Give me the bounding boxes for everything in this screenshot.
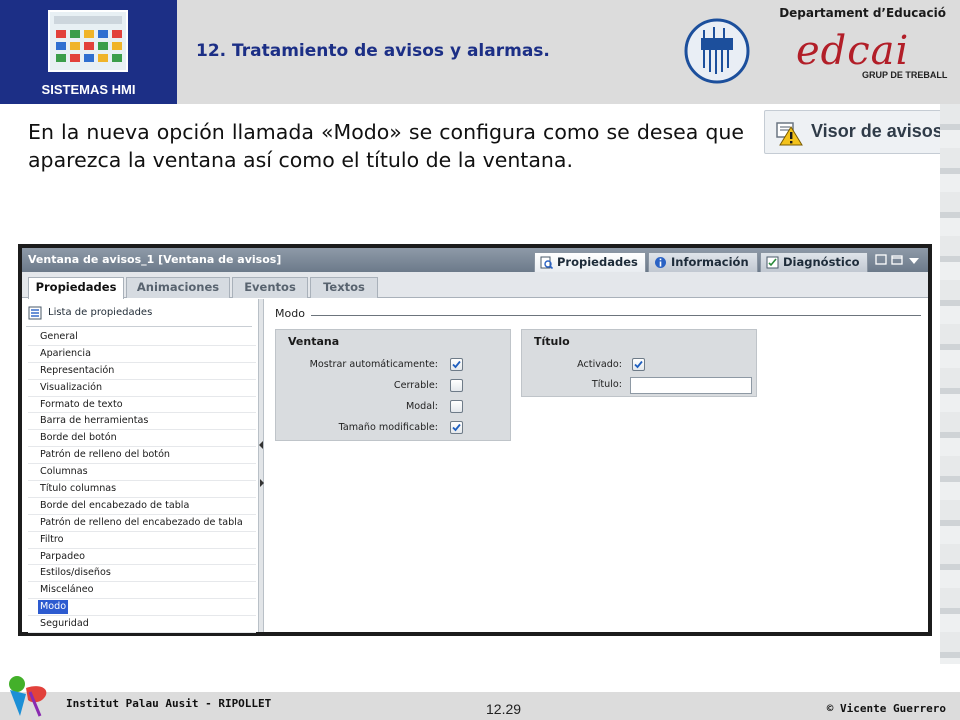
titulo-group-title: Título xyxy=(534,335,570,348)
property-list-label: Lista de propiedades xyxy=(48,307,153,318)
option-label: Cerrable: xyxy=(393,380,438,391)
property-item-parpadeo[interactable]: Parpadeo xyxy=(28,549,256,566)
tab-label: Propiedades xyxy=(557,255,638,269)
institute-logo-icon xyxy=(9,676,47,717)
author-credit: © Vicente Guerrero xyxy=(826,702,946,715)
ventana-group-title: Ventana xyxy=(288,335,340,348)
checkmark-icon xyxy=(452,360,461,369)
property-item-patron-relleno-boton[interactable]: Patrón de relleno del botón xyxy=(28,447,256,465)
property-item-representacion[interactable]: Representación xyxy=(28,363,256,380)
cerrable-checkbox[interactable] xyxy=(450,379,463,392)
subtab-propiedades[interactable]: Propiedades xyxy=(28,277,124,299)
properties-icon xyxy=(540,256,553,269)
activado-label: Activado: xyxy=(577,359,622,370)
hmi-thumbnail-image xyxy=(48,10,128,72)
institute-label: Institut Palau Ausit - RIPOLLET xyxy=(66,697,272,710)
property-item-modo[interactable]: Modo xyxy=(28,599,256,617)
subtab-textos[interactable]: Textos xyxy=(310,277,378,298)
property-item-columnas[interactable]: Columnas xyxy=(28,464,256,482)
titulo-input[interactable] xyxy=(630,377,752,394)
tab-diagnostico[interactable]: Diagnóstico xyxy=(760,252,868,272)
option-label: Modal: xyxy=(405,401,438,412)
pane-splitter[interactable] xyxy=(258,299,264,632)
tamano-modificable-checkbox[interactable] xyxy=(450,421,463,434)
property-item-borde-del-boton[interactable]: Borde del botón xyxy=(28,430,256,448)
inspector-subtabs: Propiedades Animaciones Eventos Textos xyxy=(22,272,928,299)
option-label: Mostrar automáticamente: xyxy=(309,359,438,370)
titulo-group: Título Activado: Título: xyxy=(521,329,757,397)
titulo-label: Título: xyxy=(591,379,622,390)
property-list-header: Lista de propiedades xyxy=(26,303,252,327)
diagnostic-icon xyxy=(766,256,779,269)
property-item-titulo-columnas[interactable]: Título columnas xyxy=(28,481,256,498)
property-item-seguridad[interactable]: Seguridad xyxy=(28,616,256,634)
property-list: General Apariencia Representación Visual… xyxy=(28,329,256,634)
slide-header: SISTEMAS HMI 12. Tratamiento de avisos y… xyxy=(0,0,960,104)
property-item-borde-encabezado-tabla[interactable]: Borde del encabezado de tabla xyxy=(28,498,256,515)
subtab-eventos[interactable]: Eventos xyxy=(232,277,308,298)
tab-label: Información xyxy=(671,255,749,269)
inspector-titlebar: Ventana de avisos_1 [Ventana de avisos] … xyxy=(22,248,928,272)
property-item-formato-de-texto[interactable]: Formato de texto xyxy=(28,397,256,414)
checkmark-icon xyxy=(452,423,461,432)
property-item-barra-de-herramientas[interactable]: Barra de herramientas xyxy=(28,413,256,431)
property-item-miscelaneo[interactable]: Misceláneo xyxy=(28,582,256,600)
chip-logo-icon xyxy=(684,18,750,84)
mostrar-automaticamente-checkbox[interactable] xyxy=(450,358,463,371)
edcai-logo: edcai GRUP DE TREBALL xyxy=(796,28,948,80)
panel-controls-icon[interactable] xyxy=(874,253,922,267)
activado-checkbox[interactable] xyxy=(632,358,645,371)
section-label: SISTEMAS HMI xyxy=(41,82,136,97)
visor-de-avisos-badge: Visor de avisos xyxy=(764,110,948,154)
option-label: Tamaño modificable: xyxy=(338,422,438,433)
ventana-group: Ventana Mostrar automáticamente: Cerrabl… xyxy=(275,329,511,441)
section-divider xyxy=(311,315,921,316)
checkmark-icon xyxy=(634,360,643,369)
mode-section-title: Modo xyxy=(275,307,305,320)
tab-informacion[interactable]: Información xyxy=(648,252,758,272)
property-item-visualizacion[interactable]: Visualización xyxy=(28,380,256,397)
slide-title: 12. Tratamiento de avisos y alarmas. xyxy=(196,41,550,61)
subtab-animaciones[interactable]: Animaciones xyxy=(126,277,230,298)
property-item-apariencia[interactable]: Apariencia xyxy=(28,346,256,363)
inspector-title: Ventana de avisos_1 [Ventana de avisos] xyxy=(28,253,282,266)
department-label: Departament d’Educació xyxy=(779,6,946,20)
page-number: 12.29 xyxy=(486,701,522,717)
list-icon xyxy=(28,306,42,320)
visor-de-avisos-label: Visor de avisos xyxy=(811,121,943,141)
property-item-estilos-disenos[interactable]: Estilos/diseños xyxy=(28,565,256,583)
info-icon xyxy=(655,257,666,268)
decorative-strip xyxy=(940,104,960,664)
property-item-general[interactable]: General xyxy=(28,329,256,346)
tab-propiedades[interactable]: Propiedades xyxy=(534,252,646,272)
body-paragraph: En la nueva opción llamada «Modo» se con… xyxy=(28,120,744,172)
inspector-panel: Ventana de avisos_1 [Ventana de avisos] … xyxy=(22,248,928,634)
tab-label: Diagnóstico xyxy=(783,255,860,269)
collapse-arrows-icon[interactable] xyxy=(259,439,264,489)
section-badge: SISTEMAS HMI xyxy=(0,0,177,104)
inspector-screenshot: Ventana de avisos_1 [Ventana de avisos] … xyxy=(18,244,932,636)
property-list-pane: Lista de propiedades General Apariencia … xyxy=(22,299,258,634)
modal-checkbox[interactable] xyxy=(450,400,463,413)
property-item-patron-relleno-encabezado[interactable]: Patrón de relleno del encabezado de tabl… xyxy=(28,515,256,532)
warning-icon xyxy=(776,122,803,146)
mode-settings-pane: Modo Ventana Mostrar automáticamente: Ce… xyxy=(265,299,928,632)
property-item-filtro[interactable]: Filtro xyxy=(28,532,256,549)
